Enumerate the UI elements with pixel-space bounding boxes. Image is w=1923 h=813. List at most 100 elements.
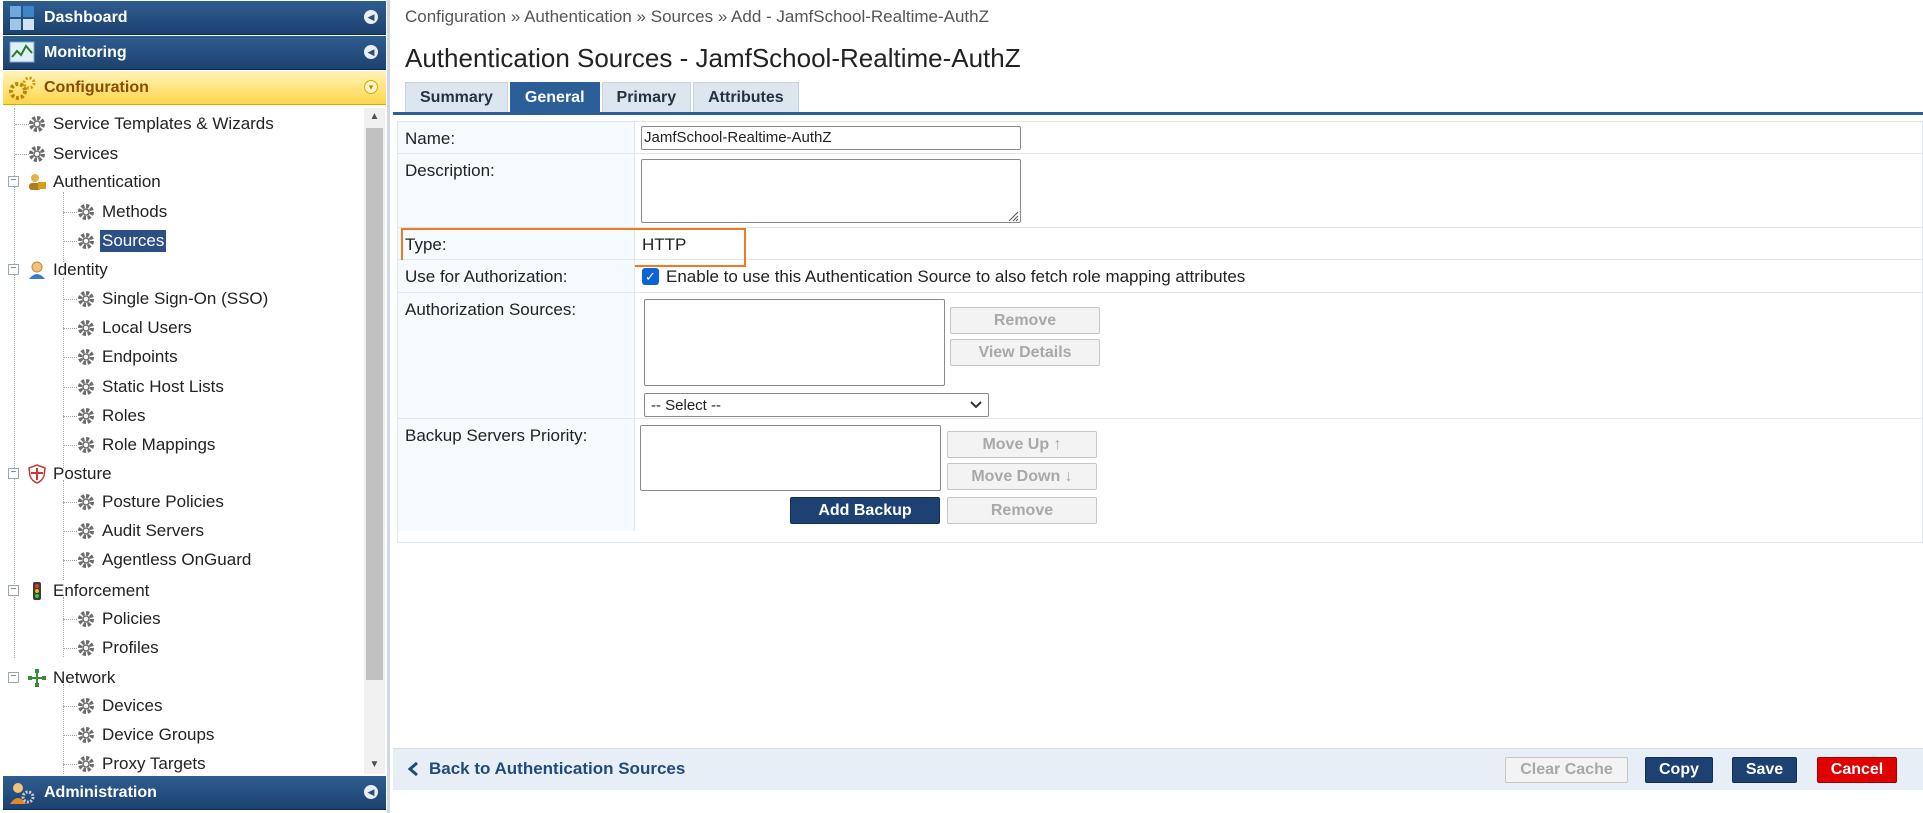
clear-cache-button[interactable]: Clear Cache (1505, 757, 1628, 783)
form-row-use-for-authorization: Use for Authorization: ✓ Enable to use t… (398, 260, 1923, 293)
tree-item-role-mappings[interactable]: Role Mappings (76, 432, 217, 458)
lock-user-icon (29, 174, 46, 190)
save-button[interactable]: Save (1732, 757, 1797, 783)
tree-item-authentication[interactable]: Authentication (27, 169, 163, 195)
main-content: Configuration » Authentication » Sources… (393, 0, 1923, 813)
administration-icon (7, 778, 37, 808)
collapse-toggle-icon[interactable]: − (8, 672, 19, 683)
gear-icon (78, 552, 94, 568)
tree-item-policies[interactable]: Policies (76, 606, 163, 632)
accordion-label: Dashboard (44, 8, 128, 26)
move-up-button[interactable]: Move Up ↑ (947, 431, 1097, 458)
accordion-label: Administration (44, 783, 157, 801)
tree-item-audit-servers[interactable]: Audit Servers (76, 518, 206, 544)
tree-item-label: Endpoints (102, 347, 178, 366)
tree-item-label: Enforcement (53, 581, 150, 600)
tree-item-label: Identity (53, 260, 108, 279)
tree-item-posture[interactable]: Posture (27, 461, 114, 487)
sidebar: Dashboard ◀ Monitoring ◀ Configuration ▾ (0, 0, 390, 813)
tree-item-proxy-targets[interactable]: Proxy Targets (76, 751, 208, 774)
select-value: -- Select -- (651, 396, 722, 414)
collapse-icon[interactable]: ◀ (364, 45, 378, 59)
tree-item-device-groups[interactable]: Device Groups (76, 722, 216, 748)
tree-item-profiles[interactable]: Profiles (76, 635, 161, 661)
general-form: Name: JamfSchool-Realtime-AuthZ Descript… (397, 121, 1923, 543)
authorization-sources-list[interactable] (644, 299, 945, 386)
type-value: HTTP (642, 235, 687, 254)
tree-scrollbar[interactable]: ▲ ▼ (364, 108, 385, 774)
tree-item-endpoints[interactable]: Endpoints (76, 344, 180, 370)
gear-icon (78, 494, 94, 510)
move-down-button[interactable]: Move Down ↓ (947, 463, 1097, 490)
tree-item-sources[interactable]: Sources (76, 228, 167, 254)
scroll-down-icon[interactable]: ▼ (364, 756, 385, 774)
collapse-toggle-icon[interactable]: − (8, 585, 19, 596)
tab-underline (393, 112, 1923, 115)
scrollbar-thumb[interactable] (366, 128, 383, 680)
tree-item-label: Device Groups (102, 725, 215, 744)
tree-item-label: Local Users (102, 318, 192, 337)
description-label: Description: (398, 154, 635, 227)
cancel-button[interactable]: Cancel (1817, 757, 1897, 783)
backup-servers-list[interactable] (640, 425, 941, 491)
gear-icon (78, 437, 94, 453)
tree-item-local-users[interactable]: Local Users (76, 315, 194, 341)
tree-item-service-templates[interactable]: Service Templates & Wizards (27, 111, 276, 137)
tree-item-sso[interactable]: Single Sign-On (SSO) (76, 286, 270, 312)
accordion-configuration[interactable]: Configuration ▾ (3, 71, 386, 105)
description-textarea[interactable] (641, 159, 1021, 223)
network-icon (28, 669, 46, 687)
accordion-monitoring[interactable]: Monitoring ◀ (3, 36, 386, 70)
remove-authorization-source-button[interactable]: Remove (950, 307, 1100, 334)
gear-icon (29, 116, 45, 132)
tree-item-roles[interactable]: Roles (76, 403, 147, 429)
tree-item-label: Role Mappings (102, 435, 216, 454)
tree-item-methods[interactable]: Methods (76, 199, 169, 225)
breadcrumb[interactable]: Configuration » Authentication » Sources… (405, 7, 989, 27)
name-field[interactable]: JamfSchool-Realtime-AuthZ (641, 126, 1021, 150)
gear-icon (78, 204, 94, 220)
gear-icon (78, 233, 94, 249)
traffic-light-icon (33, 582, 41, 600)
collapse-toggle-icon[interactable]: − (8, 176, 19, 187)
view-details-button[interactable]: View Details (950, 339, 1100, 366)
tree-item-agentless-onguard[interactable]: Agentless OnGuard (76, 547, 253, 573)
accordion-dashboard[interactable]: Dashboard ◀ (3, 1, 386, 35)
collapse-toggle-icon[interactable]: − (8, 468, 19, 479)
tab-attributes[interactable]: Attributes (693, 82, 799, 112)
add-backup-button[interactable]: Add Backup (790, 497, 940, 524)
tree-item-services[interactable]: Services (27, 141, 120, 167)
tree-item-label: Audit Servers (102, 521, 205, 540)
copy-button[interactable]: Copy (1645, 757, 1713, 783)
gear-icon (78, 320, 94, 336)
collapse-toggle-icon[interactable]: − (8, 264, 19, 275)
tab-summary[interactable]: Summary (405, 82, 508, 112)
collapse-icon[interactable]: ◀ (364, 785, 378, 799)
tree-item-network[interactable]: Network (27, 665, 117, 691)
gear-icon (78, 408, 94, 424)
use-for-authorization-checkbox[interactable]: ✓ (642, 268, 659, 285)
gear-icon (78, 611, 94, 627)
tree-item-label: Proxy Targets (102, 754, 206, 773)
accordion-administration[interactable]: Administration ◀ (3, 776, 386, 810)
expand-icon[interactable]: ▾ (364, 80, 378, 94)
tree-item-posture-policies[interactable]: Posture Policies (76, 489, 226, 515)
tree-item-label: Agentless OnGuard (102, 550, 252, 569)
back-link[interactable]: Back to Authentication Sources (407, 759, 685, 779)
tab-primary[interactable]: Primary (601, 82, 692, 112)
tree-item-devices[interactable]: Devices (76, 693, 164, 719)
tree-item-label: Service Templates & Wizards (53, 114, 274, 133)
gear-icon (78, 523, 94, 539)
authorization-source-select[interactable]: -- Select -- (644, 393, 989, 417)
tree-item-enforcement[interactable]: Enforcement (27, 578, 151, 604)
shield-icon (28, 464, 46, 484)
resize-handle-icon[interactable] (1007, 210, 1019, 222)
gear-icon (78, 640, 94, 656)
collapse-icon[interactable]: ◀ (364, 10, 378, 24)
tree-item-label: Network (53, 668, 116, 687)
tree-item-identity[interactable]: Identity (27, 257, 110, 283)
scroll-up-icon[interactable]: ▲ (364, 108, 385, 126)
tree-item-static-host-lists[interactable]: Static Host Lists (76, 374, 226, 400)
remove-backup-button[interactable]: Remove (947, 497, 1097, 524)
tab-general[interactable]: General (509, 82, 600, 112)
